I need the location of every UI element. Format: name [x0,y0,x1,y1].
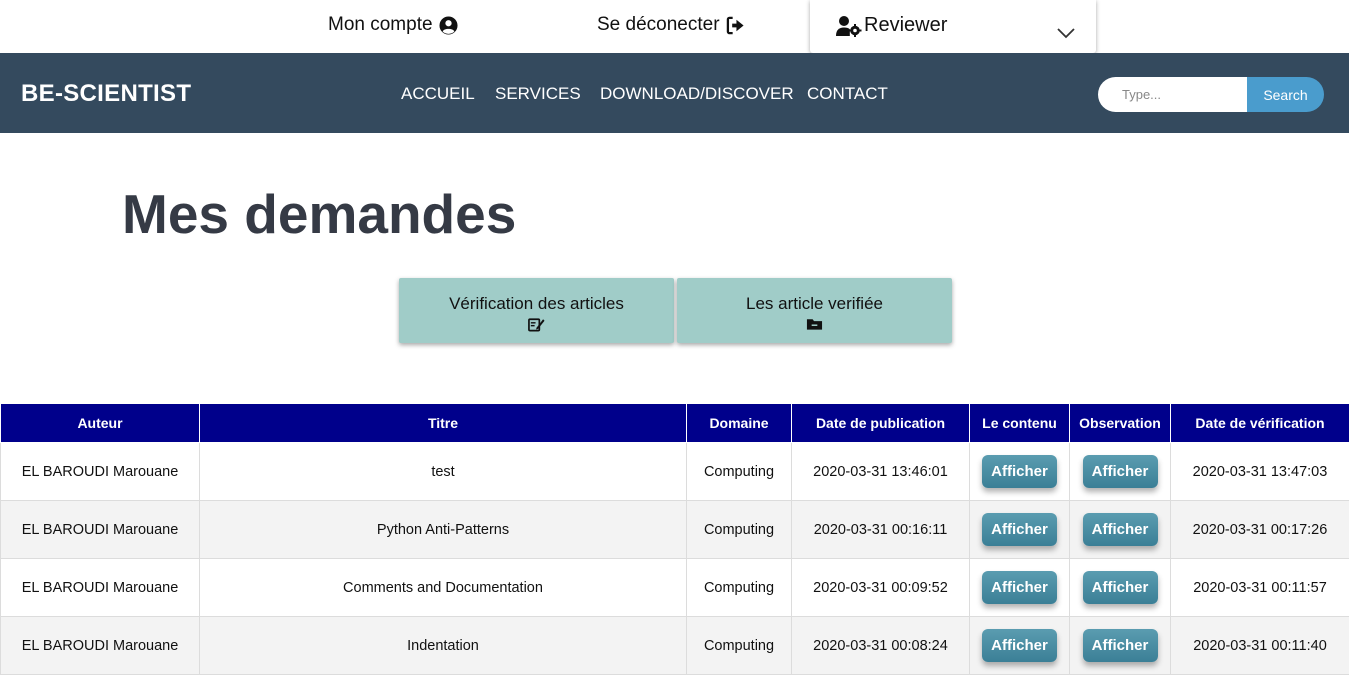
table-row: EL BAROUDI Marouane test Computing 2020-… [1,443,1349,501]
cell-observation: Afficher [1070,501,1171,559]
table-row: EL BAROUDI Marouane Indentation Computin… [1,617,1349,675]
cell-titre: test [200,443,687,501]
cell-date-publication: 2020-03-31 13:46:01 [792,443,970,501]
table-header-row: Auteur Titre Domaine Date de publication… [1,404,1349,443]
requests-table-container: Auteur Titre Domaine Date de publication… [0,403,1349,675]
cell-titre: Comments and Documentation [200,559,687,617]
cell-observation: Afficher [1070,617,1171,675]
cell-date-publication: 2020-03-31 00:16:11 [792,501,970,559]
cell-domaine: Computing [687,443,792,501]
cell-titre: Python Anti-Patterns [200,501,687,559]
show-content-button[interactable]: Afficher [982,513,1057,546]
cell-observation: Afficher [1070,559,1171,617]
show-observation-button[interactable]: Afficher [1083,513,1158,546]
show-content-button[interactable]: Afficher [982,629,1057,662]
brand-logo[interactable]: BE-SCIENTIST [21,80,191,108]
folder-icon [806,316,823,332]
logout-label: Se déconecter [597,14,720,36]
column-header-observation: Observation [1070,404,1171,443]
tab-label: Vérification des articles [399,278,674,314]
search-button[interactable]: Search [1247,77,1324,112]
cell-date-publication: 2020-03-31 00:09:52 [792,559,970,617]
show-observation-button[interactable]: Afficher [1083,571,1158,604]
cell-domaine: Computing [687,559,792,617]
column-header-titre: Titre [200,404,687,443]
my-account-link[interactable]: Mon compte [328,14,458,36]
my-account-label: Mon compte [328,14,433,36]
show-content-button[interactable]: Afficher [982,455,1057,488]
cell-observation: Afficher [1070,443,1171,501]
requests-table: Auteur Titre Domaine Date de publication… [0,403,1349,675]
cell-domaine: Computing [687,617,792,675]
cell-domaine: Computing [687,501,792,559]
table-row: EL BAROUDI Marouane Comments and Documen… [1,559,1349,617]
page-title: Mes demandes [122,182,516,246]
chevron-down-icon [1056,26,1076,40]
search-input[interactable] [1098,77,1247,112]
nav-item-services[interactable]: SERVICES [495,84,581,104]
cell-titre: Indentation [200,617,687,675]
cell-auteur: EL BAROUDI Marouane [1,559,200,617]
user-circle-icon [439,16,458,35]
cell-contenu: Afficher [970,617,1070,675]
column-header-date-verification: Date de vérification [1171,404,1349,443]
logout-link[interactable]: Se déconecter [597,14,745,36]
tab-label: Les article verifiée [677,278,952,314]
table-row: EL BAROUDI Marouane Python Anti-Patterns… [1,501,1349,559]
cell-date-verification: 2020-03-31 00:17:26 [1171,501,1349,559]
role-label: Reviewer [864,14,947,37]
user-cog-icon [836,15,862,37]
cell-date-verification: 2020-03-31 00:11:57 [1171,559,1349,617]
column-header-domaine: Domaine [687,404,792,443]
sign-out-icon [726,16,745,35]
main-navbar: BE-SCIENTIST ACCUEIL SERVICES DOWNLOAD/D… [0,53,1349,133]
edit-document-icon [528,316,545,332]
column-header-date-publication: Date de publication [792,404,970,443]
cell-date-verification: 2020-03-31 00:11:40 [1171,617,1349,675]
cell-contenu: Afficher [970,501,1070,559]
nav-item-accueil[interactable]: ACCUEIL [401,84,475,104]
show-content-button[interactable]: Afficher [982,571,1057,604]
cell-date-verification: 2020-03-31 13:47:03 [1171,443,1349,501]
show-observation-button[interactable]: Afficher [1083,629,1158,662]
show-observation-button[interactable]: Afficher [1083,455,1158,488]
cell-auteur: EL BAROUDI Marouane [1,443,200,501]
search-form: Search [1098,77,1324,112]
nav-item-download-discover[interactable]: DOWNLOAD/DISCOVER [600,84,794,104]
column-header-auteur: Auteur [1,404,200,443]
tab-article-verification[interactable]: Vérification des articles [399,278,674,343]
column-header-contenu: Le contenu [970,404,1070,443]
cell-auteur: EL BAROUDI Marouane [1,501,200,559]
top-bar: Mon compte Se déconecter Reviewe [0,0,1349,53]
tab-verified-articles[interactable]: Les article verifiée [677,278,952,343]
cell-auteur: EL BAROUDI Marouane [1,617,200,675]
cell-contenu: Afficher [970,443,1070,501]
role-dropdown[interactable]: Reviewer [810,0,1096,53]
cell-contenu: Afficher [970,559,1070,617]
cell-date-publication: 2020-03-31 00:08:24 [792,617,970,675]
nav-item-contact[interactable]: CONTACT [807,84,888,104]
